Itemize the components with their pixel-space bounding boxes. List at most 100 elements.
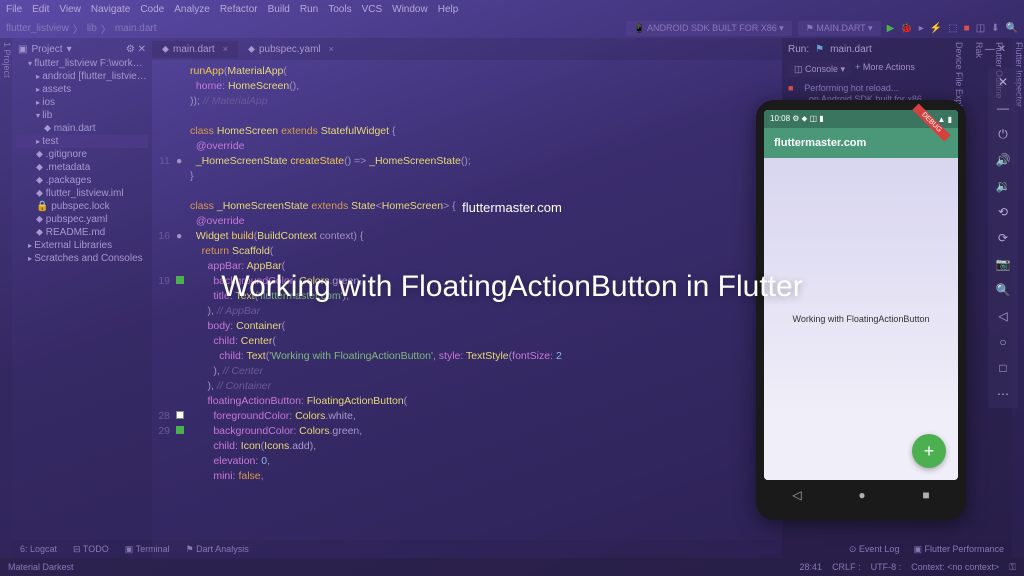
tab-logcat[interactable]: 6: Logcat	[20, 544, 57, 554]
tool-project[interactable]: 1 Project	[2, 42, 12, 554]
tree-file-pubspec-lock[interactable]: 🔒 pubspec.lock	[16, 200, 148, 213]
minimize-icon[interactable]: —	[995, 100, 1011, 116]
nav-home-icon[interactable]: ●	[858, 488, 865, 502]
menu-refactor[interactable]: Refactor	[220, 4, 258, 15]
project-panel: ▣ Project ▾ ⚙ ✕ flutter_listview F:\work…	[12, 38, 152, 558]
status-context[interactable]: Context: <no context>	[911, 562, 999, 573]
back-icon[interactable]: ◁	[995, 308, 1011, 324]
tree-folder-ios[interactable]: ios	[16, 96, 148, 109]
nav-overview-icon[interactable]: ■	[922, 488, 929, 502]
code-editor[interactable]: runApp(MaterialApp( home: HomeScreen(), …	[152, 60, 782, 558]
project-panel-header[interactable]: ▣ Project ▾ ⚙ ✕	[16, 42, 148, 57]
menu-analyze[interactable]: Analyze	[174, 4, 210, 15]
tree-folder-android[interactable]: android [flutter_listview_androi	[16, 70, 148, 83]
tab-main-dart[interactable]: ⬥ main.dart×	[152, 41, 238, 58]
power-icon[interactable]: ⏻	[995, 126, 1011, 142]
sdk-button[interactable]: ⬇	[991, 23, 999, 34]
menu-edit[interactable]: Edit	[32, 4, 49, 15]
rotate-right-icon[interactable]: ⟳	[995, 230, 1011, 246]
breadcrumb-project[interactable]: flutter_listview	[6, 23, 69, 34]
editor-area: ⬥ main.dart× ⬥ pubspec.yaml× runApp(Mate…	[152, 38, 782, 558]
tree-scratches[interactable]: Scratches and Consoles	[16, 252, 148, 265]
menubar: File Edit View Navigate Code Analyze Ref…	[0, 0, 1024, 18]
menu-navigate[interactable]: Navigate	[91, 4, 130, 15]
bottom-toolwindow-bar: 6: Logcat ⊟ TODO ▣ Terminal ⚑ Dart Analy…	[12, 540, 1012, 558]
breadcrumb-folder[interactable]: lib	[87, 23, 97, 34]
zoom-icon[interactable]: 🔍	[995, 282, 1011, 298]
search-icon[interactable]: 🔍	[1006, 23, 1018, 34]
more-icon[interactable]: ⋯	[995, 386, 1011, 402]
tree-external-libs[interactable]: External Libraries	[16, 239, 148, 252]
stop-button[interactable]: ■	[964, 23, 970, 34]
emulator-frame: 10:08 ⚙ ⬥ ◫ ▮ ▲ ▮ fluttermaster.com Work…	[756, 100, 966, 520]
menu-window[interactable]: Window	[392, 4, 428, 15]
tool-rak[interactable]: Rak	[974, 42, 984, 554]
home-icon[interactable]: ○	[995, 334, 1011, 350]
profile-button[interactable]: ▸	[919, 23, 924, 34]
chevron-right-icon: 〉	[101, 21, 111, 36]
toolbar: flutter_listview 〉 lib 〉 main.dart 📱 AND…	[0, 18, 1024, 38]
console-tab[interactable]: ◫ Console ▾	[788, 62, 851, 77]
run-button[interactable]: ▶	[887, 23, 895, 34]
tab-terminal[interactable]: ▣ Terminal	[125, 544, 170, 555]
tree-file-readme[interactable]: ⬥ README.md	[16, 226, 148, 239]
tree-folder-lib[interactable]: lib	[16, 109, 148, 122]
menu-view[interactable]: View	[59, 4, 81, 15]
rotate-left-icon[interactable]: ⟲	[995, 204, 1011, 220]
tree-file-main[interactable]: ⬥ main.dart	[16, 122, 148, 135]
avd-button[interactable]: ◫	[976, 23, 985, 34]
status-crlf[interactable]: CRLF :	[832, 562, 861, 573]
more-actions[interactable]: + More Actions	[855, 62, 915, 77]
phone-appbar: fluttermaster.com	[764, 128, 958, 158]
emulator-controls: ✕ — ⏻ 🔊 🔉 ⟲ ⟳ 📷 🔍 ◁ ○ □ ⋯	[988, 68, 1018, 408]
status-encoding[interactable]: UTF-8 :	[871, 562, 902, 573]
nav-back-icon[interactable]: ◁	[792, 488, 801, 502]
volume-up-icon[interactable]: 🔊	[995, 152, 1011, 168]
phone-body: Working with FloatingActionButton +	[764, 158, 958, 480]
tree-file-packages[interactable]: ⬥ .packages	[16, 174, 148, 187]
menu-file[interactable]: File	[6, 4, 22, 15]
menu-run[interactable]: Run	[300, 4, 318, 15]
menu-vcs[interactable]: VCS	[362, 4, 383, 15]
tab-dart-analysis[interactable]: ⚑ Dart Analysis	[186, 544, 249, 555]
left-toolwindow-bar: 1 Project 7 Structure Build Variants Lay…	[0, 38, 12, 558]
menu-build[interactable]: Build	[268, 4, 290, 15]
debug-button[interactable]: 🐞	[900, 23, 912, 34]
tree-file-gitignore[interactable]: ⬥ .gitignore	[16, 148, 148, 161]
phone-screen[interactable]: 10:08 ⚙ ⬥ ◫ ▮ ▲ ▮ fluttermaster.com Work…	[764, 110, 958, 480]
menu-help[interactable]: Help	[438, 4, 459, 15]
project-root[interactable]: flutter_listview F:\workAScoding\flut...	[16, 57, 148, 70]
stop-icon[interactable]: ■	[788, 83, 793, 93]
tab-event-log[interactable]: ⊙ Event Log	[849, 544, 900, 555]
editor-tabs: ⬥ main.dart× ⬥ pubspec.yaml×	[152, 38, 782, 60]
volume-down-icon[interactable]: 🔉	[995, 178, 1011, 194]
tab-todo[interactable]: ⊟ TODO	[73, 544, 109, 555]
tree-file-metadata[interactable]: ⬥ .metadata	[16, 161, 148, 174]
hot-reload-button[interactable]: ⚡	[930, 23, 942, 34]
tree-file-pubspec-yaml[interactable]: ⬥ pubspec.yaml	[16, 213, 148, 226]
camera-icon[interactable]: 📷	[995, 256, 1011, 272]
run-config-dropdown[interactable]: ⚑ MAIN.DART ▾	[798, 21, 881, 36]
tree-file-iml[interactable]: ⬥ flutter_listview.iml	[16, 187, 148, 200]
device-dropdown[interactable]: 📱 ANDROID SDK BUILT FOR X86 ▾	[626, 21, 792, 36]
tree-folder-test[interactable]: test	[16, 135, 148, 148]
status-position[interactable]: 28:41	[800, 562, 823, 573]
breadcrumb-file[interactable]: main.dart	[115, 23, 157, 34]
overview-icon[interactable]: □	[995, 360, 1011, 376]
phone-body-text: Working with FloatingActionButton	[793, 314, 930, 324]
tab-flutter-performance[interactable]: ▣ Flutter Performance	[913, 544, 1004, 555]
attach-button[interactable]: ⬚	[948, 23, 957, 34]
phone-nav-bar: ◁ ● ■	[764, 480, 958, 510]
chevron-right-icon: 〉	[73, 21, 83, 36]
menu-code[interactable]: Code	[140, 4, 164, 15]
tree-folder-assets[interactable]: assets	[16, 83, 148, 96]
status-bar: Material Darkest 28:41 CRLF : UTF-8 : Co…	[0, 558, 1024, 576]
lock-icon[interactable]: ⚿	[1009, 562, 1016, 573]
menu-tools[interactable]: Tools	[328, 4, 351, 15]
close-icon[interactable]: ×	[329, 44, 334, 54]
close-icon[interactable]: ×	[223, 44, 228, 54]
floating-action-button[interactable]: +	[912, 434, 946, 468]
close-icon[interactable]: ✕	[995, 74, 1011, 90]
status-theme[interactable]: Material Darkest	[8, 562, 74, 572]
tab-pubspec[interactable]: ⬥ pubspec.yaml×	[238, 41, 344, 58]
